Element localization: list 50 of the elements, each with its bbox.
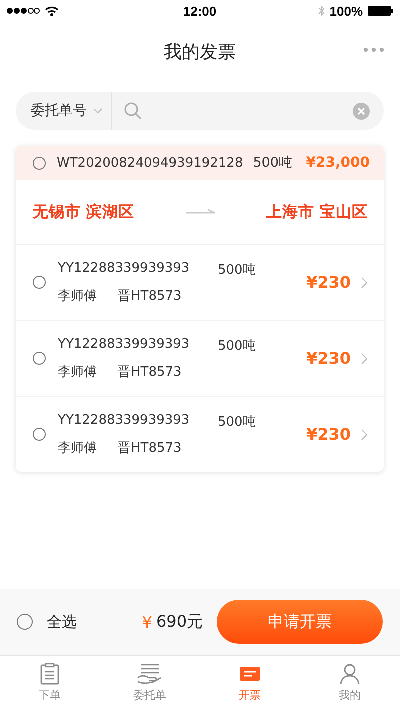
waybill-amount: ¥230	[306, 425, 351, 444]
waybill-number: YY12288339939393	[58, 336, 191, 354]
origin-city: 无锡市 滨湖区	[33, 202, 134, 222]
radio-button[interactable]	[33, 352, 46, 365]
waybill-row[interactable]: YY12288339939393 500吨 李师傅 晋HT8573 ¥230	[16, 321, 384, 397]
order-amount: ¥23,000	[306, 155, 370, 171]
signal-icon	[6, 7, 40, 15]
more-icon	[364, 48, 384, 52]
chevron-right-icon	[361, 352, 368, 364]
waybill-number: YY12288339939393	[58, 412, 191, 430]
radio-button[interactable]	[33, 276, 46, 289]
waybill-row[interactable]: YY12288339939393 500吨 李师傅 晋HT8573 ¥230	[16, 397, 384, 472]
person-icon	[339, 663, 361, 685]
battery-icon	[368, 6, 394, 16]
order-number: WT20200824094939192128	[57, 156, 244, 170]
waybill-number: YY12288339939393	[58, 260, 191, 278]
plate-number: 晋HT8573	[118, 364, 182, 380]
driver-name: 李师傅	[58, 288, 98, 304]
currency-symbol: ¥	[142, 612, 152, 632]
page-title: 我的发票	[164, 41, 236, 64]
driver-name: 李师傅	[58, 440, 98, 456]
waybill-amount: ¥230	[306, 273, 351, 292]
hand-icon	[137, 663, 163, 685]
waybill-row[interactable]: YY12288339939393 500吨 李师傅 晋HT8573 ¥230	[16, 245, 384, 321]
clipboard-icon	[40, 663, 60, 685]
more-button[interactable]	[364, 48, 384, 52]
driver-name: 李师傅	[58, 364, 98, 380]
clock-time: 12:00	[183, 4, 217, 18]
chevron-down-icon	[93, 108, 103, 114]
battery-percent: 100%	[330, 4, 363, 18]
radio-button[interactable]	[17, 614, 33, 630]
search-icon	[124, 102, 142, 120]
radio-button[interactable]	[33, 428, 46, 441]
apply-invoice-button[interactable]: 申请开票	[217, 600, 383, 644]
chevron-right-icon	[361, 428, 368, 440]
plate-number: 晋HT8573	[118, 440, 182, 456]
waybill-weight: 500吨	[218, 262, 256, 278]
waybill-weight: 500吨	[218, 414, 256, 430]
select-all-label: 全选	[47, 612, 77, 632]
destination-city: 上海市 宝山区	[266, 202, 368, 222]
waybill-weight: 500吨	[218, 338, 256, 354]
clear-icon	[353, 102, 370, 120]
wifi-icon	[45, 6, 59, 16]
total-amount: 690元	[156, 612, 203, 632]
waybill-amount: ¥230	[306, 349, 351, 368]
radio-button[interactable]	[33, 156, 46, 170]
plate-number: 晋HT8573	[118, 288, 182, 304]
chevron-right-icon	[361, 276, 368, 288]
order-weight: 500吨	[253, 154, 293, 172]
bluetooth-icon	[318, 5, 325, 17]
